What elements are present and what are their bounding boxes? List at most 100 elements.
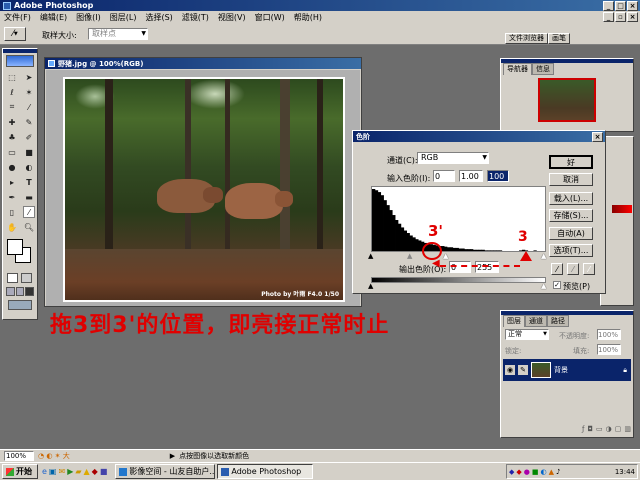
menu-window[interactable]: 窗口(W) <box>255 12 285 23</box>
task-photoshop[interactable]: Adobe Photoshop <box>217 464 314 479</box>
move-tool-icon[interactable]: ➤ <box>23 71 35 83</box>
doc-minimize-button[interactable]: _ <box>603 12 614 22</box>
screen-mode-standard-icon[interactable] <box>6 287 15 296</box>
input-level-black[interactable] <box>433 170 455 182</box>
tab-info[interactable]: 信息 <box>532 63 554 75</box>
menu-file[interactable]: 文件(F) <box>4 12 31 23</box>
warning-icon[interactable]: ▲ <box>84 467 90 476</box>
layer-row-background[interactable]: ◉ ✎ 背景 🔒︎ <box>503 359 631 381</box>
notes-tool-icon[interactable]: ▯ <box>6 206 18 218</box>
status-zoom[interactable]: 100% <box>4 451 34 461</box>
app-shortcut-icon[interactable]: ◆ <box>92 467 98 476</box>
doc-close-button[interactable]: × <box>627 12 638 22</box>
stamp-tool-icon[interactable]: ♣ <box>6 131 18 143</box>
new-set-icon[interactable]: ▭ <box>596 425 603 435</box>
tray-icon[interactable]: ◆ <box>509 468 514 476</box>
tab-channels[interactable]: 通道 <box>525 315 547 327</box>
navigator-thumbnail[interactable] <box>538 78 596 122</box>
standard-mode-icon[interactable] <box>7 273 18 283</box>
input-slider-black-icon[interactable]: ▲ <box>368 253 373 260</box>
hand-tool-icon[interactable]: ✋ <box>6 221 18 233</box>
blend-mode-select[interactable]: 正常 ▼ <box>505 329 549 340</box>
input-slider-gamma-icon[interactable]: ▲ <box>407 253 412 260</box>
app-shortcut-icon[interactable]: ■ <box>100 467 108 476</box>
menu-image[interactable]: 图像(I) <box>76 12 101 23</box>
screen-mode-full-icon[interactable] <box>25 287 35 296</box>
channel-select[interactable]: RGB ▼ <box>417 152 489 164</box>
jump-to-imageready-icon[interactable] <box>8 300 32 310</box>
gradient-tool-icon[interactable]: ■ <box>23 146 35 158</box>
output-slider-track[interactable]: ▲ ▲ <box>368 283 546 290</box>
adjustment-layer-icon[interactable]: ◑ <box>606 425 612 435</box>
crop-tool-icon[interactable]: ⌗ <box>6 101 18 113</box>
dodge-tool-icon[interactable]: ◐ <box>23 161 35 173</box>
menu-filter[interactable]: 滤镜(T) <box>182 12 209 23</box>
gray-point-eyedropper-icon[interactable]: ⁄ <box>567 263 579 275</box>
zoom-tool-icon[interactable]: 🔍︎ <box>23 221 35 233</box>
new-layer-icon[interactable]: ▢ <box>615 425 622 435</box>
tab-file-browser[interactable]: 文件浏览器 <box>505 33 548 44</box>
clock[interactable]: 13:44 <box>615 468 635 476</box>
document-canvas[interactable]: Photo by 叶雨 F4.0 1/50 <box>46 70 360 306</box>
wild-boar-photo[interactable]: Photo by 叶雨 F4.0 1/50 <box>63 77 345 302</box>
preview-checkbox[interactable]: ✓ <box>553 281 561 289</box>
maximize-button[interactable]: □ <box>615 1 626 11</box>
layer-style-icon[interactable]: ƒ <box>582 425 584 435</box>
healing-brush-icon[interactable]: ✚ <box>6 116 18 128</box>
email-icon[interactable]: ✉ <box>58 467 65 476</box>
input-level-gamma[interactable] <box>459 170 483 182</box>
magic-wand-tool-icon[interactable]: ✶ <box>23 86 35 98</box>
volume-icon[interactable]: ♪ <box>556 468 560 476</box>
input-slider-white-icon[interactable]: ▲ <box>443 253 448 260</box>
tab-navigator[interactable]: 导航器 <box>503 63 532 75</box>
trash-icon[interactable]: ▥ <box>624 425 631 435</box>
output-slider-white-icon[interactable]: ▲ <box>541 283 546 290</box>
output-level-white[interactable] <box>475 261 499 273</box>
marquee-tool-icon[interactable]: ⬚ <box>6 71 18 83</box>
tab-brushes[interactable]: 画笔 <box>548 33 570 44</box>
folder-icon[interactable]: ▰ <box>75 467 81 476</box>
minimize-button[interactable]: _ <box>603 1 614 11</box>
fill-input[interactable] <box>597 344 621 355</box>
history-brush-icon[interactable]: ✐ <box>23 131 35 143</box>
tray-icon[interactable]: ■ <box>532 468 539 476</box>
opacity-input[interactable] <box>597 329 621 340</box>
menu-edit[interactable]: 编辑(E) <box>40 12 67 23</box>
start-button[interactable]: 开始 <box>2 464 38 479</box>
tray-icon[interactable]: ◆ <box>516 468 521 476</box>
sample-size-select[interactable]: 取样点 ▼ <box>88 28 148 40</box>
menu-select[interactable]: 选择(S) <box>145 12 172 23</box>
save-button[interactable]: 存储(S)... <box>549 209 593 222</box>
brush-tool-icon[interactable]: ✎ <box>23 116 35 128</box>
cancel-button[interactable]: 取消 <box>549 173 593 186</box>
black-point-eyedropper-icon[interactable]: ⁄ <box>551 263 563 275</box>
slice-tool-icon[interactable]: ⁄ <box>23 101 35 113</box>
document-title-bar[interactable]: 野猪.jpg @ 100%(RGB) <box>45 58 361 69</box>
foreground-color-swatch[interactable] <box>7 239 23 255</box>
ok-button[interactable]: 好 <box>549 155 593 169</box>
tool-preset-picker[interactable]: ⁄ ▼ <box>4 27 26 41</box>
levels-title-bar[interactable]: 色阶 × <box>353 131 605 142</box>
lasso-tool-icon[interactable]: ℓ <box>6 86 18 98</box>
shape-tool-icon[interactable]: ▬ <box>23 191 35 203</box>
load-button[interactable]: 载入(L)... <box>549 192 593 205</box>
task-browser[interactable]: 影像空间 - 山友自助户... <box>115 464 216 479</box>
path-select-tool-icon[interactable]: ▸ <box>6 176 18 188</box>
eye-icon[interactable]: ◉ <box>505 365 515 375</box>
desktop-icon[interactable]: ▣ <box>49 467 57 476</box>
white-point-eyedropper-icon[interactable]: ⁄ <box>583 263 595 275</box>
eraser-tool-icon[interactable]: ▭ <box>6 146 18 158</box>
tray-icon[interactable]: ▲ <box>549 468 554 476</box>
add-mask-icon[interactable]: ◘ <box>587 425 593 435</box>
output-slider-black-icon[interactable]: ▲ <box>368 283 373 290</box>
player-icon[interactable]: ▶ <box>67 467 73 476</box>
auto-button[interactable]: 自动(A) <box>549 227 593 240</box>
tab-layers[interactable]: 图层 <box>503 315 525 327</box>
ie-icon[interactable]: e <box>42 467 47 476</box>
screen-mode-full-menu-icon[interactable] <box>15 287 25 296</box>
brush-link-icon[interactable]: ✎ <box>518 365 528 375</box>
output-level-black[interactable] <box>449 261 471 273</box>
levels-close-button[interactable]: × <box>592 132 603 142</box>
tab-paths[interactable]: 路径 <box>547 315 569 327</box>
input-level-white[interactable] <box>487 170 509 182</box>
